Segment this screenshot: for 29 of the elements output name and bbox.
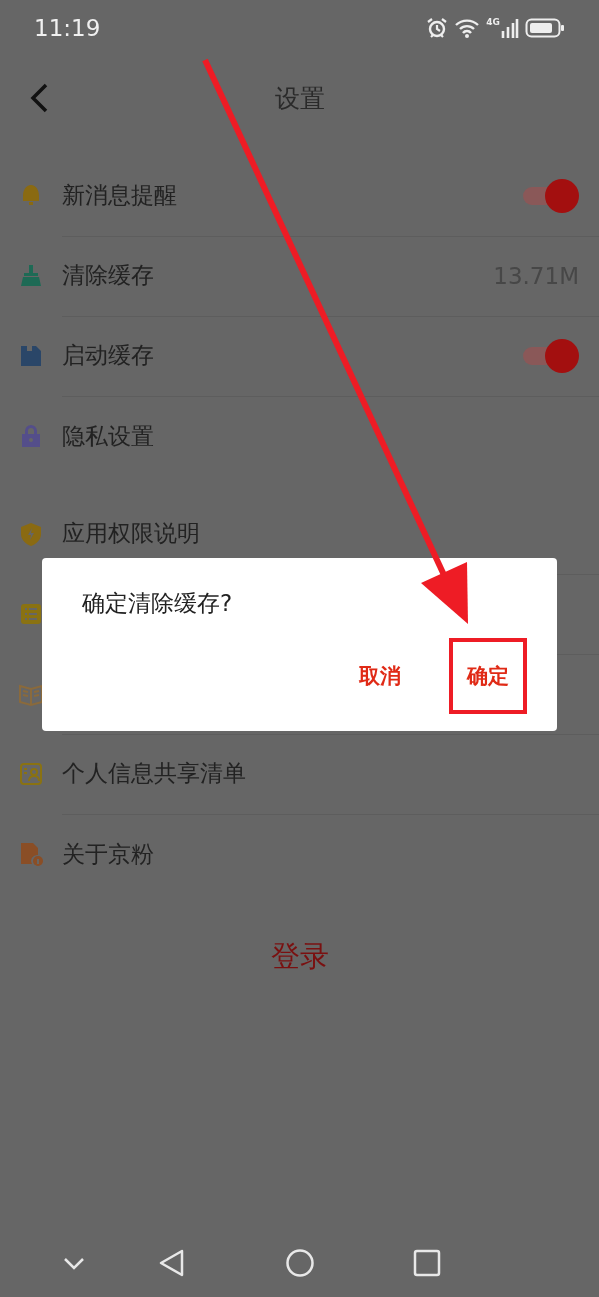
broom-icon xyxy=(18,263,44,289)
back-nav-icon[interactable] xyxy=(158,1248,186,1278)
alarm-icon xyxy=(426,17,449,39)
chevron-down-icon[interactable] xyxy=(62,1255,86,1271)
list-icon xyxy=(18,601,44,627)
network-type: 4G xyxy=(486,17,500,27)
row-label[interactable]: 清除缓存 xyxy=(62,260,154,291)
home-icon[interactable] xyxy=(285,1248,315,1278)
row-label[interactable]: 隐私设置 xyxy=(62,420,154,452)
row-label[interactable]: 关于京粉 xyxy=(62,838,154,870)
toggle-switch[interactable] xyxy=(523,337,579,374)
battery-icon xyxy=(525,17,565,39)
dialog-message: 确定清除缓存? xyxy=(82,589,233,618)
shield-icon xyxy=(18,521,44,547)
login-button[interactable]: 登录 xyxy=(264,936,335,978)
row-label[interactable]: 应用权限说明 xyxy=(62,518,200,549)
row-label[interactable]: 新消息提醒 xyxy=(62,180,177,211)
wifi-icon xyxy=(454,17,481,39)
page-title: 设置 xyxy=(274,82,325,115)
contact-card-icon xyxy=(18,761,44,787)
dialog-button[interactable]: 确定 xyxy=(449,638,527,714)
row-label[interactable]: 启动缓存 xyxy=(62,340,154,371)
toggle-switch[interactable] xyxy=(523,177,579,214)
row-label[interactable]: 个人信息共享清单 xyxy=(62,758,246,789)
recents-icon[interactable] xyxy=(413,1249,441,1277)
dialog-button[interactable]: 取消 xyxy=(341,638,419,714)
signal-icon xyxy=(501,17,519,39)
status-time: 11:19 xyxy=(34,15,101,41)
document-info-icon xyxy=(18,841,44,867)
